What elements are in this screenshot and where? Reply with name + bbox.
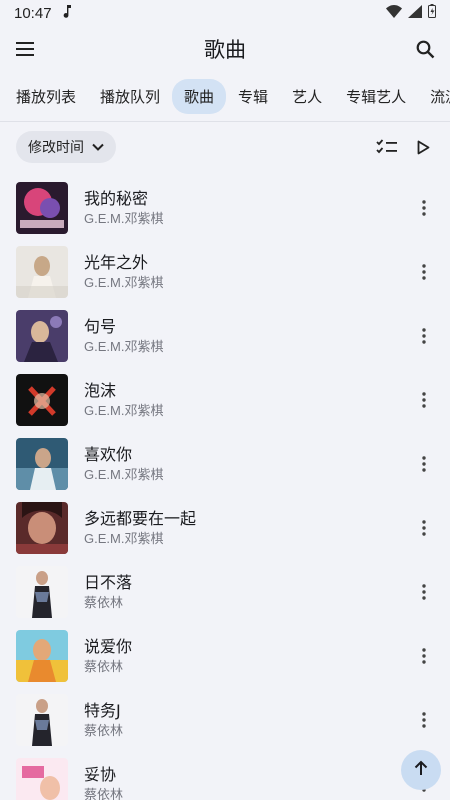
tab-album-artists[interactable]: 专辑艺人 xyxy=(334,79,418,114)
play-icon[interactable] xyxy=(412,136,434,158)
more-options-icon[interactable] xyxy=(412,516,436,540)
song-row[interactable]: 多远都要在一起 G.E.M.邓紫棋 xyxy=(0,496,450,560)
album-cover xyxy=(16,374,68,426)
list-toolbar: 修改时间 xyxy=(0,122,450,172)
song-row[interactable]: 妥协 蔡依林 xyxy=(0,752,450,800)
more-options-icon[interactable] xyxy=(412,196,436,220)
song-artist: G.E.M.邓紫棋 xyxy=(84,211,164,226)
song-title: 特务J xyxy=(84,701,121,720)
album-cover xyxy=(16,758,68,800)
more-options-icon[interactable] xyxy=(412,644,436,668)
tab-playlists[interactable]: 播放列表 xyxy=(4,79,88,114)
song-row[interactable]: 喜欢你 G.E.M.邓紫棋 xyxy=(0,432,450,496)
song-list: 我的秘密 G.E.M.邓紫棋 光年之外 G.E.M.邓紫棋 句号 G.E.M.邓… xyxy=(0,172,450,800)
song-title: 说爱你 xyxy=(84,637,133,656)
status-bar: 10:47 xyxy=(0,0,450,26)
song-title: 日不落 xyxy=(84,573,133,592)
sort-dropdown[interactable]: 修改时间 xyxy=(16,131,116,163)
tab-albums[interactable]: 专辑 xyxy=(226,79,280,114)
song-artist: 蔡依林 xyxy=(84,723,124,738)
song-row[interactable]: 日不落 蔡依林 xyxy=(0,560,450,624)
scroll-to-top-button[interactable] xyxy=(401,750,441,790)
song-artist: 蔡依林 xyxy=(84,787,124,800)
more-options-icon[interactable] xyxy=(412,260,436,284)
album-cover xyxy=(16,182,68,234)
song-title: 妥协 xyxy=(84,765,117,784)
more-options-icon[interactable] xyxy=(412,452,436,476)
tab-artists[interactable]: 艺人 xyxy=(280,79,334,114)
song-row[interactable]: 光年之外 G.E.M.邓紫棋 xyxy=(0,240,450,304)
album-cover xyxy=(16,694,68,746)
tab-genres[interactable]: 流派 xyxy=(418,79,450,114)
song-artist: 蔡依林 xyxy=(84,659,124,674)
more-options-icon[interactable] xyxy=(412,324,436,348)
song-artist: G.E.M.邓紫棋 xyxy=(84,467,164,482)
song-row[interactable]: 特务J 蔡依林 xyxy=(0,688,450,752)
music-note-icon xyxy=(62,4,72,22)
song-row[interactable]: 句号 G.E.M.邓紫棋 xyxy=(0,304,450,368)
song-row[interactable]: 说爱你 蔡依林 xyxy=(0,624,450,688)
sort-label: 修改时间 xyxy=(28,140,84,156)
wifi-icon xyxy=(386,4,402,22)
album-cover xyxy=(16,502,68,554)
more-options-icon[interactable] xyxy=(412,580,436,604)
song-title: 光年之外 xyxy=(84,253,149,272)
song-title: 泡沫 xyxy=(84,381,117,400)
album-cover xyxy=(16,630,68,682)
album-cover xyxy=(16,566,68,618)
song-artist: G.E.M.邓紫棋 xyxy=(84,339,164,354)
tab-songs[interactable]: 歌曲 xyxy=(172,79,227,114)
album-cover xyxy=(16,310,68,362)
checklist-icon[interactable] xyxy=(376,136,398,158)
song-title: 我的秘密 xyxy=(84,189,149,208)
song-title: 喜欢你 xyxy=(84,445,133,464)
search-icon[interactable] xyxy=(414,38,436,60)
song-row[interactable]: 泡沫 G.E.M.邓紫棋 xyxy=(0,368,450,432)
song-artist: G.E.M.邓紫棋 xyxy=(84,275,164,290)
song-artist: 蔡依林 xyxy=(84,595,124,610)
hamburger-menu-icon[interactable] xyxy=(14,38,36,60)
tab-queue[interactable]: 播放队列 xyxy=(88,79,172,114)
category-tabs: 播放列表 播放队列 歌曲 专辑 艺人 专辑艺人 流派 xyxy=(0,72,450,122)
arrow-up-icon xyxy=(414,760,428,780)
song-title: 句号 xyxy=(84,317,117,336)
song-artist: G.E.M.邓紫棋 xyxy=(84,531,164,546)
album-cover xyxy=(16,246,68,298)
more-options-icon[interactable] xyxy=(412,708,436,732)
page-title: 歌曲 xyxy=(204,38,246,62)
cell-signal-icon xyxy=(408,4,422,22)
song-title: 多远都要在一起 xyxy=(84,509,197,528)
app-bar: 歌曲 xyxy=(0,26,450,72)
song-artist: G.E.M.邓紫棋 xyxy=(84,403,164,418)
album-cover xyxy=(16,438,68,490)
more-options-icon[interactable] xyxy=(412,388,436,412)
status-time: 10:47 xyxy=(14,4,52,22)
battery-icon xyxy=(428,4,436,22)
chevron-down-icon xyxy=(92,139,104,155)
song-row[interactable]: 我的秘密 G.E.M.邓紫棋 xyxy=(0,176,450,240)
